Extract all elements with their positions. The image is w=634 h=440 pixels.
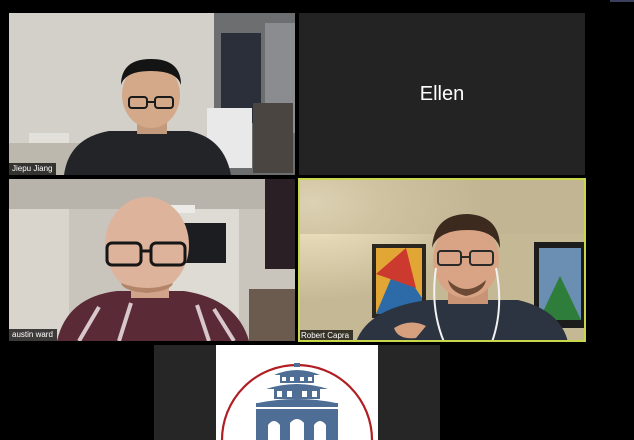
pagoda-logo (220, 363, 374, 440)
shared-screen (216, 345, 378, 440)
video-feed-jiepu (9, 13, 295, 175)
participant-name-label: Robert Capra (298, 330, 354, 342)
video-feed-austin (9, 179, 295, 341)
video-tile-austin[interactable]: austin ward (9, 179, 295, 341)
participant-name-center: Ellen (419, 82, 465, 105)
video-tile-ellen[interactable]: Ellen (299, 13, 585, 175)
participant-name-label: Jiepu Jiang (9, 163, 57, 175)
video-tile-jiepu[interactable]: Jiepu Jiang (9, 13, 295, 175)
participant-name-label: austin ward (9, 329, 57, 341)
video-feed-robert (298, 178, 586, 342)
screen-share-tile[interactable] (154, 345, 440, 440)
window-corner-strip (610, 0, 634, 2)
video-tile-robert[interactable]: Robert Capra (298, 178, 586, 342)
